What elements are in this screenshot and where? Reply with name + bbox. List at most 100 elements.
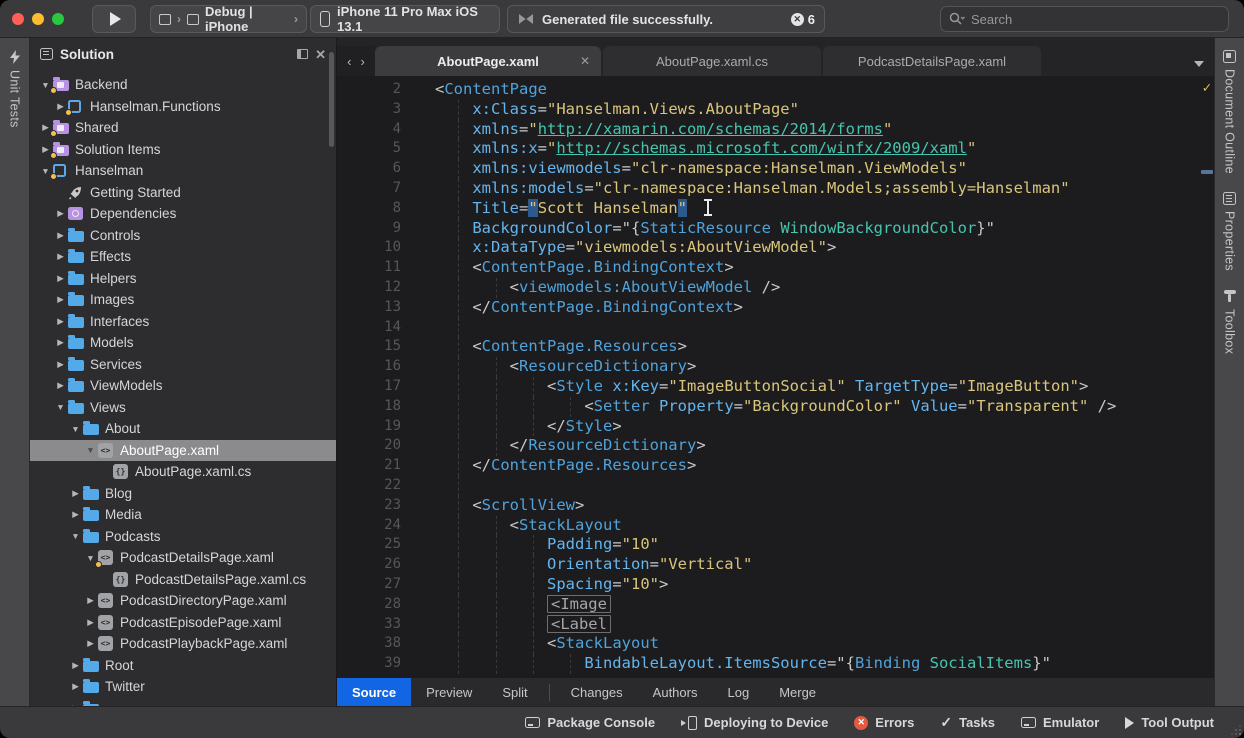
sidebar-item-root[interactable]: ▶Root — [30, 655, 336, 677]
code-line[interactable]: 21 </ContentPage.Resources> — [337, 456, 1198, 476]
minimize-window-button[interactable] — [32, 13, 44, 25]
code-line[interactable]: 2<ContentPage — [337, 80, 1198, 100]
build-configuration-selector[interactable]: › Debug | iPhone › — [150, 5, 307, 33]
chevron-right-icon[interactable]: ▶ — [53, 251, 68, 262]
code-line[interactable]: 33 <Label — [337, 615, 1198, 635]
dock-item-unit-tests[interactable]: Unit Tests — [8, 50, 22, 128]
statusbar-item-tasks[interactable]: ✓Tasks — [940, 714, 995, 731]
sidebar-item-blog[interactable]: ▶Blog — [30, 483, 336, 505]
sidebar-item-media[interactable]: ▶Media — [30, 504, 336, 526]
search-input[interactable]: Search — [940, 6, 1229, 32]
sidebar-item-images[interactable]: ▶Images — [30, 289, 336, 311]
code-line[interactable]: 22 — [337, 476, 1198, 496]
sidebar-scrollbar[interactable] — [329, 52, 334, 147]
sidebar-item-interfaces[interactable]: ▶Interfaces — [30, 311, 336, 333]
code-line[interactable]: 18 <Setter Property="BackgroundColor" Va… — [337, 397, 1198, 417]
code-line[interactable]: 9 BackgroundColor="{StaticResource Windo… — [337, 219, 1198, 239]
code-line[interactable]: 20 </ResourceDictionary> — [337, 436, 1198, 456]
code-line[interactable]: 6 xmlns:viewmodels="clr-namespace:Hansel… — [337, 159, 1198, 179]
chevron-right-icon[interactable]: ▶ — [83, 617, 98, 628]
code-line[interactable]: 15 <ContentPage.Resources> — [337, 337, 1198, 357]
code-line[interactable]: 17 <Style x:Key="ImageButtonSocial" Targ… — [337, 377, 1198, 397]
code-line[interactable]: 24 <StackLayout — [337, 516, 1198, 536]
chevron-right-icon[interactable]: ▶ — [53, 230, 68, 241]
dock-item-document-outline[interactable]: Document Outline — [1223, 50, 1237, 174]
code-line[interactable]: 11 <ContentPage.BindingContext> — [337, 258, 1198, 278]
code-line[interactable]: 25 Padding="10" — [337, 535, 1198, 555]
statusbar-item-package-console[interactable]: Package Console — [525, 715, 655, 730]
sidebar-item-clipped[interactable]: ▶ — [30, 698, 336, 707]
chevron-right-icon[interactable]: ▶ — [53, 316, 68, 327]
code-line[interactable]: 4 xmlns="http://xamarin.com/schemas/2014… — [337, 120, 1198, 140]
sidebar-item-backend[interactable]: ▼Backend — [30, 74, 336, 96]
tab-list-dropdown-icon[interactable] — [1194, 61, 1204, 67]
chevron-down-icon[interactable]: ▼ — [68, 424, 83, 434]
view-tab-preview[interactable]: Preview — [411, 678, 487, 706]
status-notification[interactable]: Generated file successfully. ✕ 6 — [507, 5, 825, 33]
chevron-right-icon[interactable]: ▶ — [53, 337, 68, 348]
code-line[interactable]: 13 </ContentPage.BindingContext> — [337, 298, 1198, 318]
code-line[interactable]: 3 x:Class="Hanselman.Views.AboutPage" — [337, 100, 1198, 120]
sidebar-item-getting-started[interactable]: Getting Started — [30, 182, 336, 204]
tab-aboutpage-xaml-cs[interactable]: AboutPage.xaml.cs — [603, 46, 821, 76]
sidebar-item-models[interactable]: ▶Models — [30, 332, 336, 354]
sidebar-item-viewmodels[interactable]: ▶ViewModels — [30, 375, 336, 397]
code-line[interactable]: 28 <Image — [337, 595, 1198, 615]
view-tab-merge[interactable]: Merge — [764, 678, 831, 706]
sidebar-item-podcastdetailspage-xaml-cs[interactable]: {}PodcastDetailsPage.xaml.cs — [30, 569, 336, 591]
code-line[interactable]: 8 Title="Scott Hanselman" — [337, 199, 1198, 219]
sidebar-item-about[interactable]: ▼About — [30, 418, 336, 440]
chevron-right-icon[interactable]: ▶ — [53, 208, 68, 219]
chevron-right-icon[interactable]: ▶ — [68, 681, 83, 692]
sidebar-item-hanselman-functions[interactable]: ▶Hanselman.Functions — [30, 96, 336, 118]
sidebar-item-services[interactable]: ▶Services — [30, 354, 336, 376]
close-tab-icon[interactable]: ✕ — [580, 54, 590, 68]
chevron-right-icon[interactable]: ▶ — [83, 595, 98, 606]
resize-grip[interactable] — [1231, 725, 1241, 735]
chevron-right-icon[interactable]: ▶ — [53, 294, 68, 305]
code-line[interactable]: 12 <viewmodels:AboutViewModel /> — [337, 278, 1198, 298]
view-tab-split[interactable]: Split — [487, 678, 542, 706]
sidebar-item-helpers[interactable]: ▶Helpers — [30, 268, 336, 290]
chevron-right-icon[interactable]: ▶ — [53, 273, 68, 284]
sidebar-item-aboutpage-xaml-cs[interactable]: {}AboutPage.xaml.cs — [30, 461, 336, 483]
chevron-right-icon[interactable]: ▶ — [53, 359, 68, 370]
sidebar-item-podcastdetailspage-xaml[interactable]: ▼<>PodcastDetailsPage.xaml — [30, 547, 336, 569]
code-line[interactable]: 16 <ResourceDictionary> — [337, 357, 1198, 377]
code-line[interactable]: 7 xmlns:models="clr-namespace:Hanselman.… — [337, 179, 1198, 199]
dock-item-toolbox[interactable]: Toolbox — [1223, 289, 1237, 354]
code-line[interactable]: 27 Spacing="10"> — [337, 575, 1198, 595]
dock-pad-icon[interactable] — [297, 49, 308, 59]
chevron-right-icon[interactable]: ▶ — [53, 380, 68, 391]
chevron-right-icon[interactable]: ▶ — [83, 638, 98, 649]
view-tab-authors[interactable]: Authors — [638, 678, 713, 706]
sidebar-item-shared[interactable]: ▶Shared — [30, 117, 336, 139]
code-line[interactable]: 14 — [337, 318, 1198, 338]
code-line[interactable]: 10 x:DataType="viewmodels:AboutViewModel… — [337, 238, 1198, 258]
zoom-window-button[interactable] — [52, 13, 64, 25]
sidebar-item-podcastepisodepage-xaml[interactable]: ▶<>PodcastEpisodePage.xaml — [30, 612, 336, 634]
code-line[interactable]: 23 <ScrollView> — [337, 496, 1198, 516]
chevron-right-icon[interactable]: ▶ — [68, 488, 83, 499]
error-badge[interactable]: ✕ 6 — [791, 12, 815, 27]
sidebar-item-solution-items[interactable]: ▶Solution Items — [30, 139, 336, 161]
close-window-button[interactable] — [12, 13, 24, 25]
code-line[interactable]: 5 xmlns:x="http://schemas.microsoft.com/… — [337, 139, 1198, 159]
code-line[interactable]: 26 Orientation="Vertical" — [337, 555, 1198, 575]
chevron-down-icon[interactable]: ▼ — [83, 445, 98, 455]
code-line[interactable]: 19 </Style> — [337, 417, 1198, 437]
code-editor[interactable]: 2<ContentPage3 x:Class="Hanselman.Views.… — [337, 76, 1214, 678]
close-pad-icon[interactable]: ✕ — [315, 48, 326, 61]
tab-podcastdetailspage-xaml[interactable]: PodcastDetailsPage.xaml — [823, 46, 1041, 76]
code-line[interactable]: 38 <StackLayout — [337, 634, 1198, 654]
sidebar-item-podcasts[interactable]: ▼Podcasts — [30, 526, 336, 548]
dock-item-properties[interactable]: Properties — [1223, 192, 1237, 271]
run-button[interactable] — [92, 5, 136, 33]
sidebar-item-effects[interactable]: ▶Effects — [30, 246, 336, 268]
statusbar-item-deploying-to-device[interactable]: Deploying to Device — [681, 715, 828, 730]
view-tab-source[interactable]: Source — [337, 678, 411, 706]
chevron-down-icon[interactable]: ▼ — [68, 531, 83, 541]
sidebar-item-controls[interactable]: ▶Controls — [30, 225, 336, 247]
statusbar-item-errors[interactable]: ✕Errors — [854, 715, 914, 730]
sidebar-item-aboutpage-xaml[interactable]: ▼<>AboutPage.xaml — [30, 440, 336, 462]
